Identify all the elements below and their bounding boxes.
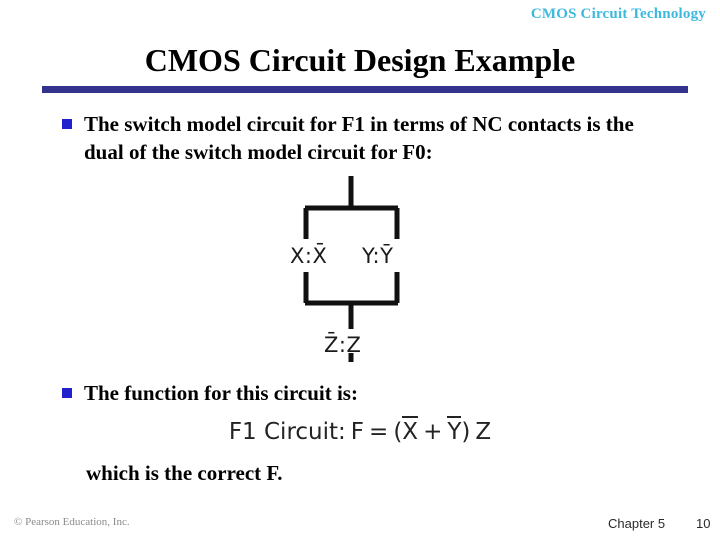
bullet-item-1: The switch model circuit for F1 in terms…: [62, 111, 672, 167]
footer-chapter-label: Chapter 5: [608, 516, 666, 531]
equation-term-y-complement: Y: [447, 416, 462, 445]
equation-close-paren: ): [461, 419, 471, 445]
left-branch-label: X:X̄: [290, 243, 327, 268]
equation-equals: =: [369, 419, 389, 445]
equation-lhs: F: [350, 419, 365, 445]
square-bullet-icon: [62, 119, 72, 129]
bullet-item-2-label: The function for this circuit is:: [84, 381, 358, 405]
boolean-equation: F1 Circuit: F = (X + Y) Z: [0, 416, 720, 445]
footer-copyright: © Pearson Education, Inc.: [14, 516, 130, 528]
equation-prefix: F1 Circuit:: [228, 419, 346, 445]
footer-page-number: 10: [696, 516, 711, 531]
circuit-svg: X:X̄ Y:Ȳ Z̄:Z: [290, 176, 400, 362]
closing-statement: which is the correct F.: [86, 461, 283, 485]
slide: CMOS Circuit Technology CMOS Circuit Des…: [0, 0, 720, 540]
series-element-label: Z̄:Z: [324, 332, 361, 357]
bullet-item-2: The function for this circuit is:: [62, 380, 622, 408]
equation-term-x-complement: X: [402, 416, 419, 445]
equation-open-paren: (: [393, 419, 403, 445]
title-underline-rule: [42, 86, 688, 93]
equation-term-z: Z: [475, 419, 492, 445]
square-bullet-icon: [62, 388, 72, 398]
right-branch-label: Y:Ȳ: [361, 244, 393, 268]
header-topic-label: CMOS Circuit Technology: [530, 6, 706, 22]
equation-plus: +: [423, 419, 443, 445]
switch-model-circuit-diagram: X:X̄ Y:Ȳ Z̄:Z: [268, 176, 454, 362]
page-title: CMOS Circuit Design Example: [144, 42, 576, 78]
bullet-item-1-label: The switch model circuit for F1 in terms…: [84, 112, 634, 164]
